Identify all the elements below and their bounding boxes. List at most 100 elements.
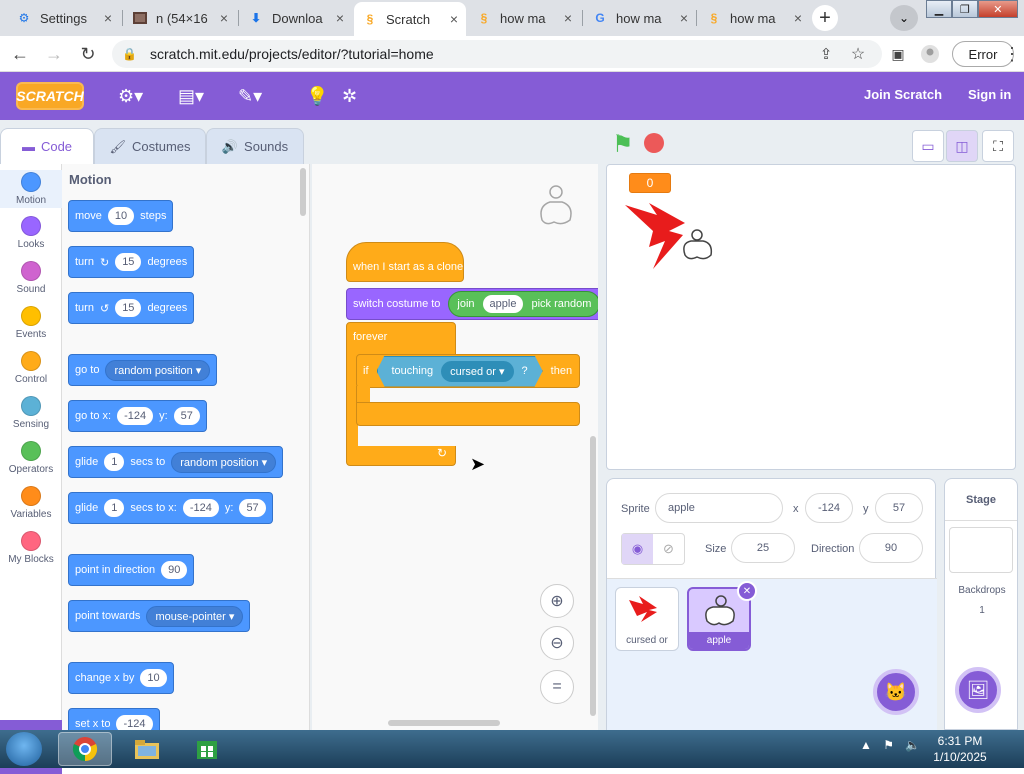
close-icon[interactable]: ×	[794, 10, 802, 26]
network-icon[interactable]: ⚑	[883, 738, 894, 752]
block-forever[interactable]: forever	[346, 322, 456, 358]
stop-icon[interactable]	[644, 133, 664, 153]
kebab-menu-icon[interactable]: ⋮	[1003, 42, 1021, 66]
zoom-in-icon[interactable]: ⊕	[540, 584, 574, 618]
script-hscrollbar[interactable]	[388, 720, 500, 726]
palette-scrollbar[interactable]	[300, 168, 306, 216]
block-point-towards[interactable]: point towards mouse-pointer ▾	[68, 600, 251, 632]
tab-how-many-2[interactable]: § how ma ×	[698, 4, 810, 32]
tab-image[interactable]: n (54×16 ×	[124, 4, 236, 32]
close-icon[interactable]: ×	[336, 10, 344, 26]
stage-thumbnail[interactable]	[949, 527, 1013, 573]
category-events[interactable]: Events	[0, 306, 62, 340]
tab-how-many-google[interactable]: G how ma ×	[584, 4, 696, 32]
tutorials-lightbulb-icon[interactable]: 💡	[306, 84, 328, 108]
cursed-sprite[interactable]	[623, 201, 735, 273]
chrome-taskbar-icon[interactable]	[58, 732, 112, 766]
block-go-to[interactable]: go to random position ▾	[68, 354, 218, 386]
sensing-touching[interactable]: touching cursed or ▾ ?	[377, 356, 543, 387]
x-input[interactable]: -124	[805, 493, 853, 523]
forward-icon[interactable]: →	[42, 42, 66, 66]
category-sensing[interactable]: Sensing	[0, 396, 62, 430]
normal-stage-button[interactable]: ◫	[946, 130, 978, 162]
volume-icon[interactable]: 🔈	[905, 738, 920, 752]
file-explorer-taskbar-icon[interactable]	[120, 732, 174, 766]
block-turn-right[interactable]: turn ↻ 15 degrees	[68, 246, 195, 278]
category-my-blocks[interactable]: My Blocks	[0, 531, 62, 565]
hide-eye-icon[interactable]: ⊘	[653, 534, 684, 564]
close-icon[interactable]: ×	[220, 10, 228, 26]
block-move-steps[interactable]: move 10 steps	[68, 200, 174, 232]
edit-menu-icon[interactable]: ✎▾	[238, 84, 262, 108]
tab-scratch[interactable]: § Scratch ×	[354, 2, 466, 36]
tab-sounds[interactable]: 🔊 Sounds	[206, 128, 304, 164]
choose-backdrop-icon[interactable]: 🖼	[955, 667, 1001, 713]
close-icon[interactable]: ×	[104, 10, 112, 26]
direction-input[interactable]: 90	[859, 533, 923, 563]
size-input[interactable]: 25	[731, 533, 795, 563]
tab-settings[interactable]: ⚙ Settings ×	[8, 4, 120, 32]
block-glide-xy[interactable]: glide 1 secs to x: -124 y: 57	[68, 492, 273, 524]
new-tab-button[interactable]: +	[812, 5, 838, 31]
script-vscrollbar[interactable]	[590, 436, 596, 716]
file-menu-icon[interactable]: ▤▾	[178, 84, 204, 108]
block-if-then[interactable]: if touching cursed or ▾ ? then	[356, 354, 580, 388]
block-turn-left[interactable]: turn ↺ 15 degrees	[68, 292, 195, 324]
close-icon[interactable]: ×	[564, 10, 572, 26]
tab-downloads[interactable]: ⬇ Downloa ×	[240, 4, 352, 32]
sidepanel-icon[interactable]: ▣	[886, 42, 910, 66]
block-switch-costume[interactable]: switch costume to join apple pick random	[346, 288, 598, 320]
block-when-clone-start[interactable]: when I start as a clone	[346, 242, 464, 282]
profile-avatar-icon[interactable]	[918, 42, 942, 66]
small-stage-button[interactable]: ▭	[912, 130, 944, 162]
tab-how-many-1[interactable]: § how ma ×	[468, 4, 580, 32]
delete-sprite-icon[interactable]: ✕	[737, 581, 757, 601]
category-looks[interactable]: Looks	[0, 216, 62, 250]
operator-join[interactable]: join apple pick random	[448, 291, 598, 317]
block-change-x[interactable]: change x by 10	[68, 662, 174, 694]
url-field[interactable]: 🔒 scratch.mit.edu/projects/editor/?tutor…	[112, 40, 882, 68]
tab-code[interactable]: ▬ Code	[0, 128, 94, 164]
sign-in-link[interactable]: Sign in	[968, 87, 1011, 102]
back-icon[interactable]: ←	[8, 42, 32, 66]
sprite-thumb-cursed[interactable]: cursed or	[615, 587, 679, 651]
tray-arrow-icon[interactable]: ▲	[860, 738, 872, 752]
category-control[interactable]: Control	[0, 351, 62, 385]
bookmark-star-icon[interactable]: ☆	[846, 42, 870, 66]
maximize-button[interactable]: ❐	[951, 0, 978, 18]
minimize-button[interactable]: ▁	[926, 0, 952, 18]
close-icon[interactable]: ×	[680, 10, 688, 26]
reload-icon[interactable]: ↻	[76, 42, 100, 66]
green-flag-icon[interactable]: ⚑	[612, 130, 634, 159]
category-motion[interactable]: Motion	[0, 170, 62, 208]
settings-gear-icon[interactable]: ⚙▾	[118, 84, 143, 108]
sprite-name-input[interactable]: apple	[655, 493, 783, 523]
join-scratch-link[interactable]: Join Scratch	[864, 87, 942, 102]
block-point-direction[interactable]: point in direction 90	[68, 554, 195, 586]
fullscreen-icon[interactable]: ⛶	[982, 130, 1014, 162]
store-taskbar-icon[interactable]	[180, 732, 234, 766]
show-eye-icon[interactable]: ◉	[622, 534, 653, 564]
category-operators[interactable]: Operators	[0, 441, 62, 475]
category-sound[interactable]: Sound	[0, 261, 62, 295]
zoom-reset-icon[interactable]: =	[540, 670, 574, 704]
close-icon[interactable]: ×	[450, 11, 458, 27]
debug-bug-icon[interactable]: ✲	[342, 84, 357, 108]
stage-canvas[interactable]: 0	[606, 164, 1016, 470]
start-button[interactable]	[6, 732, 42, 766]
y-input[interactable]: 57	[875, 493, 923, 523]
block-go-to-xy[interactable]: go to x: -124 y: 57	[68, 400, 207, 432]
scratch-logo[interactable]: SCRATCH	[16, 82, 84, 110]
block-glide[interactable]: glide 1 secs to random position ▾	[68, 446, 284, 478]
category-variables[interactable]: Variables	[0, 486, 62, 520]
close-window-button[interactable]: ✕	[977, 0, 1018, 18]
tab-costumes[interactable]: 🖌 Costumes	[94, 128, 206, 164]
script-area[interactable]: when I start as a clone switch costume t…	[312, 164, 598, 730]
zoom-out-icon[interactable]: ⊖	[540, 626, 574, 660]
block-set-x[interactable]: set x to -124	[68, 708, 160, 730]
share-icon[interactable]: ⇪	[814, 42, 838, 66]
sprite-thumb-apple[interactable]: apple ✕	[687, 581, 757, 651]
stage-selector[interactable]: Stage Backdrops 1 🖼	[944, 478, 1018, 730]
taskbar-clock[interactable]: 6:31 PM 1/10/2025	[930, 733, 990, 765]
chevron-down-icon[interactable]: ⌄	[890, 5, 918, 31]
